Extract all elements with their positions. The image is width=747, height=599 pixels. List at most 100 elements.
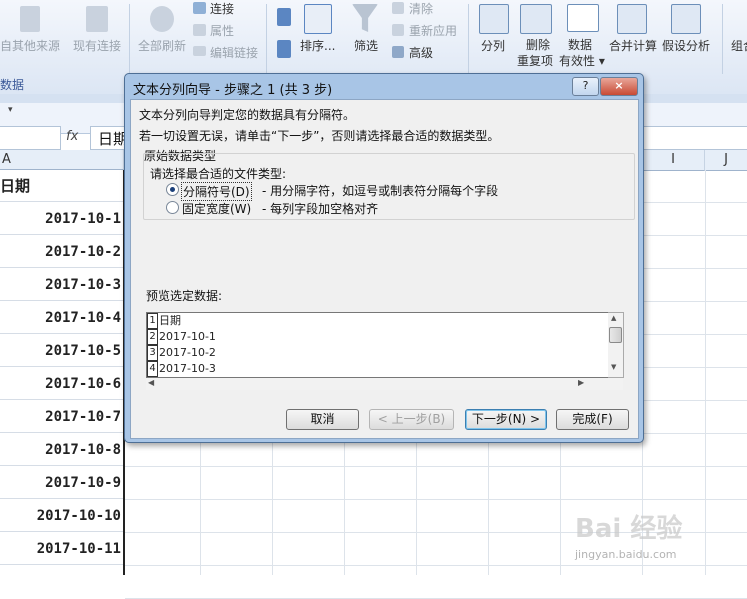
wizard-intro-line-1: 文本分列向导判定您的数据具有分隔符。 xyxy=(139,108,356,122)
sort-button[interactable]: 排序... xyxy=(300,37,335,54)
existing-connections-icon xyxy=(86,6,108,32)
edit-links-button[interactable]: 编辑链接 xyxy=(210,44,258,61)
delimited-label[interactable]: 分隔符号(D) xyxy=(181,182,252,201)
text-to-columns-icon xyxy=(479,4,509,34)
cell-a-date[interactable]: 2017-10-8 xyxy=(0,434,123,466)
fixed-width-description: - 每列字段加空格对齐 xyxy=(262,202,379,216)
sort-za-icon xyxy=(277,40,291,58)
consolidate-button[interactable]: 合并计算 xyxy=(609,37,657,54)
properties-icon xyxy=(193,24,206,36)
refresh-icon xyxy=(150,6,174,32)
clear-icon xyxy=(392,2,404,14)
properties-button[interactable]: 属性 xyxy=(210,22,234,39)
cell-a-date[interactable]: 2017-10-10 xyxy=(0,500,123,532)
cell-a-date[interactable]: 2017-10-1 xyxy=(0,203,123,235)
delimited-radio[interactable] xyxy=(166,183,179,196)
baidu-watermark-url: jingyan.baidu.com xyxy=(575,548,677,561)
data-validation-button[interactable]: 数据 有效性 ▾ xyxy=(559,37,605,69)
grid-row-line xyxy=(125,466,747,467)
cell-a-date[interactable]: 2017-10-6 xyxy=(0,368,123,400)
grid-column-line xyxy=(705,170,706,575)
reapply-icon xyxy=(392,24,404,36)
sort-dialog-icon xyxy=(304,4,332,34)
data-group-label: 数据 xyxy=(0,78,25,92)
preview-row: 1 日期 xyxy=(147,313,181,329)
what-if-icon xyxy=(671,4,701,34)
scroll-right-arrow-icon[interactable]: ▶ xyxy=(578,378,584,387)
close-button[interactable]: × xyxy=(600,77,638,96)
cell-a-date[interactable]: 2017-10-4 xyxy=(0,302,123,334)
preview-row-number: 1 xyxy=(147,313,158,329)
preview-label: 预览选定数据: xyxy=(146,289,223,303)
cell-a-date[interactable]: 2017-10-5 xyxy=(0,335,123,367)
dialog-body: 文本分列向导判定您的数据具有分隔符。 若一切设置无误，请单击“下一步”，否则请选… xyxy=(130,99,639,439)
preview-row-text: 日期 xyxy=(159,314,181,327)
data-validation-label-2: 有效性 xyxy=(559,54,596,68)
sort-az-icon xyxy=(277,8,291,26)
column-header-i[interactable]: I xyxy=(642,150,705,171)
preview-row-number: 2 xyxy=(147,329,158,345)
remove-duplicates-label-1: 删除 xyxy=(526,38,551,52)
remove-duplicates-label-2: 重复项 xyxy=(517,54,554,68)
next-button[interactable]: 下一步(N) > xyxy=(465,409,547,430)
remove-duplicates-button[interactable]: 删除 重复项 xyxy=(517,37,553,69)
advanced-button[interactable]: 高级 xyxy=(409,44,433,61)
preview-row: 4 2017-10-3 xyxy=(147,361,216,377)
database-icon xyxy=(20,6,40,32)
dialog-title: 文本分列向导 - 步骤之 1 (共 3 步) xyxy=(133,83,333,98)
back-button[interactable]: < 上一步(B) xyxy=(369,409,454,430)
preview-area[interactable]: 1 日期 2 2017-10-1 3 2017-10-2 4 2017-10-3 xyxy=(146,312,610,378)
cancel-button[interactable]: 取消 xyxy=(286,409,359,430)
cell-a-date[interactable]: 2017-10-2 xyxy=(0,236,123,268)
preview-row-number: 4 xyxy=(147,361,158,377)
help-button[interactable]: ? xyxy=(572,77,599,96)
preview-row: 2 2017-10-1 xyxy=(147,329,216,345)
scroll-up-arrow-icon[interactable]: ▲ xyxy=(611,314,616,322)
data-validation-label-1: 数据 xyxy=(568,38,593,52)
grid-row-line xyxy=(125,499,747,500)
cell-a-date[interactable]: 2017-10-7 xyxy=(0,401,123,433)
scroll-down-arrow-icon[interactable]: ▼ xyxy=(611,363,616,371)
cell-a-date[interactable]: 2017-10-9 xyxy=(0,467,123,499)
data-validation-icon xyxy=(567,4,599,32)
fixed-width-radio[interactable] xyxy=(166,201,179,214)
cell-a1[interactable]: 日期 xyxy=(0,170,123,202)
wizard-intro-line-2: 若一切设置无误，请单击“下一步”，否则请选择最合适的数据类型。 xyxy=(139,129,500,143)
group-button[interactable]: 组合 xyxy=(731,37,747,54)
clear-button[interactable]: 清除 xyxy=(409,0,433,17)
ribbon-separator xyxy=(468,4,469,74)
existing-connections-button[interactable]: 现有连接 xyxy=(73,37,121,54)
preview-horizontal-scrollbar[interactable]: ◀ ▶ xyxy=(146,378,623,390)
cell-a-date[interactable]: 2017-10-3 xyxy=(0,269,123,301)
fixed-width-label[interactable]: 固定宽度(W) xyxy=(182,200,251,217)
preview-row: 3 2017-10-2 xyxy=(147,345,216,361)
preview-row-text: 2017-10-3 xyxy=(159,362,216,375)
connections-icon xyxy=(193,2,206,14)
remove-duplicates-icon xyxy=(520,4,552,34)
filter-funnel-icon xyxy=(352,4,378,32)
what-if-button[interactable]: 假设分析 xyxy=(662,37,710,54)
preview-vertical-scrollbar[interactable]: ▲ ▼ xyxy=(608,312,624,378)
link-icon xyxy=(193,46,206,56)
refresh-all-button[interactable]: 全部刷新 xyxy=(138,37,186,54)
scroll-left-arrow-icon[interactable]: ◀ xyxy=(148,378,154,387)
cell-a-date[interactable]: 2017-10-11 xyxy=(0,533,123,565)
advanced-icon xyxy=(392,46,404,58)
baidu-watermark: Bai 经验 xyxy=(575,514,683,544)
preview-row-text: 2017-10-2 xyxy=(159,346,216,359)
quick-access-arrow-icon[interactable]: ▾ xyxy=(8,105,13,115)
text-import-wizard-dialog: 文本分列向导 - 步骤之 1 (共 3 步) ? × 文本分列向导判定您的数据具… xyxy=(124,73,644,443)
reapply-button[interactable]: 重新应用 xyxy=(409,22,457,39)
grid-row-line xyxy=(125,565,747,566)
finish-button[interactable]: 完成(F) xyxy=(556,409,629,430)
scroll-thumb[interactable] xyxy=(609,327,622,343)
text-to-columns-button[interactable]: 分列 xyxy=(481,37,505,54)
other-sources-button[interactable]: 自其他来源 xyxy=(0,37,60,54)
column-header-j[interactable]: J xyxy=(705,150,747,171)
ribbon-separator xyxy=(722,4,723,74)
name-box[interactable] xyxy=(0,126,61,150)
filter-button[interactable]: 筛选 xyxy=(354,37,378,54)
insert-function-button[interactable]: fx xyxy=(66,129,78,144)
connections-button[interactable]: 连接 xyxy=(210,0,234,17)
column-header-a[interactable]: A xyxy=(0,150,124,170)
